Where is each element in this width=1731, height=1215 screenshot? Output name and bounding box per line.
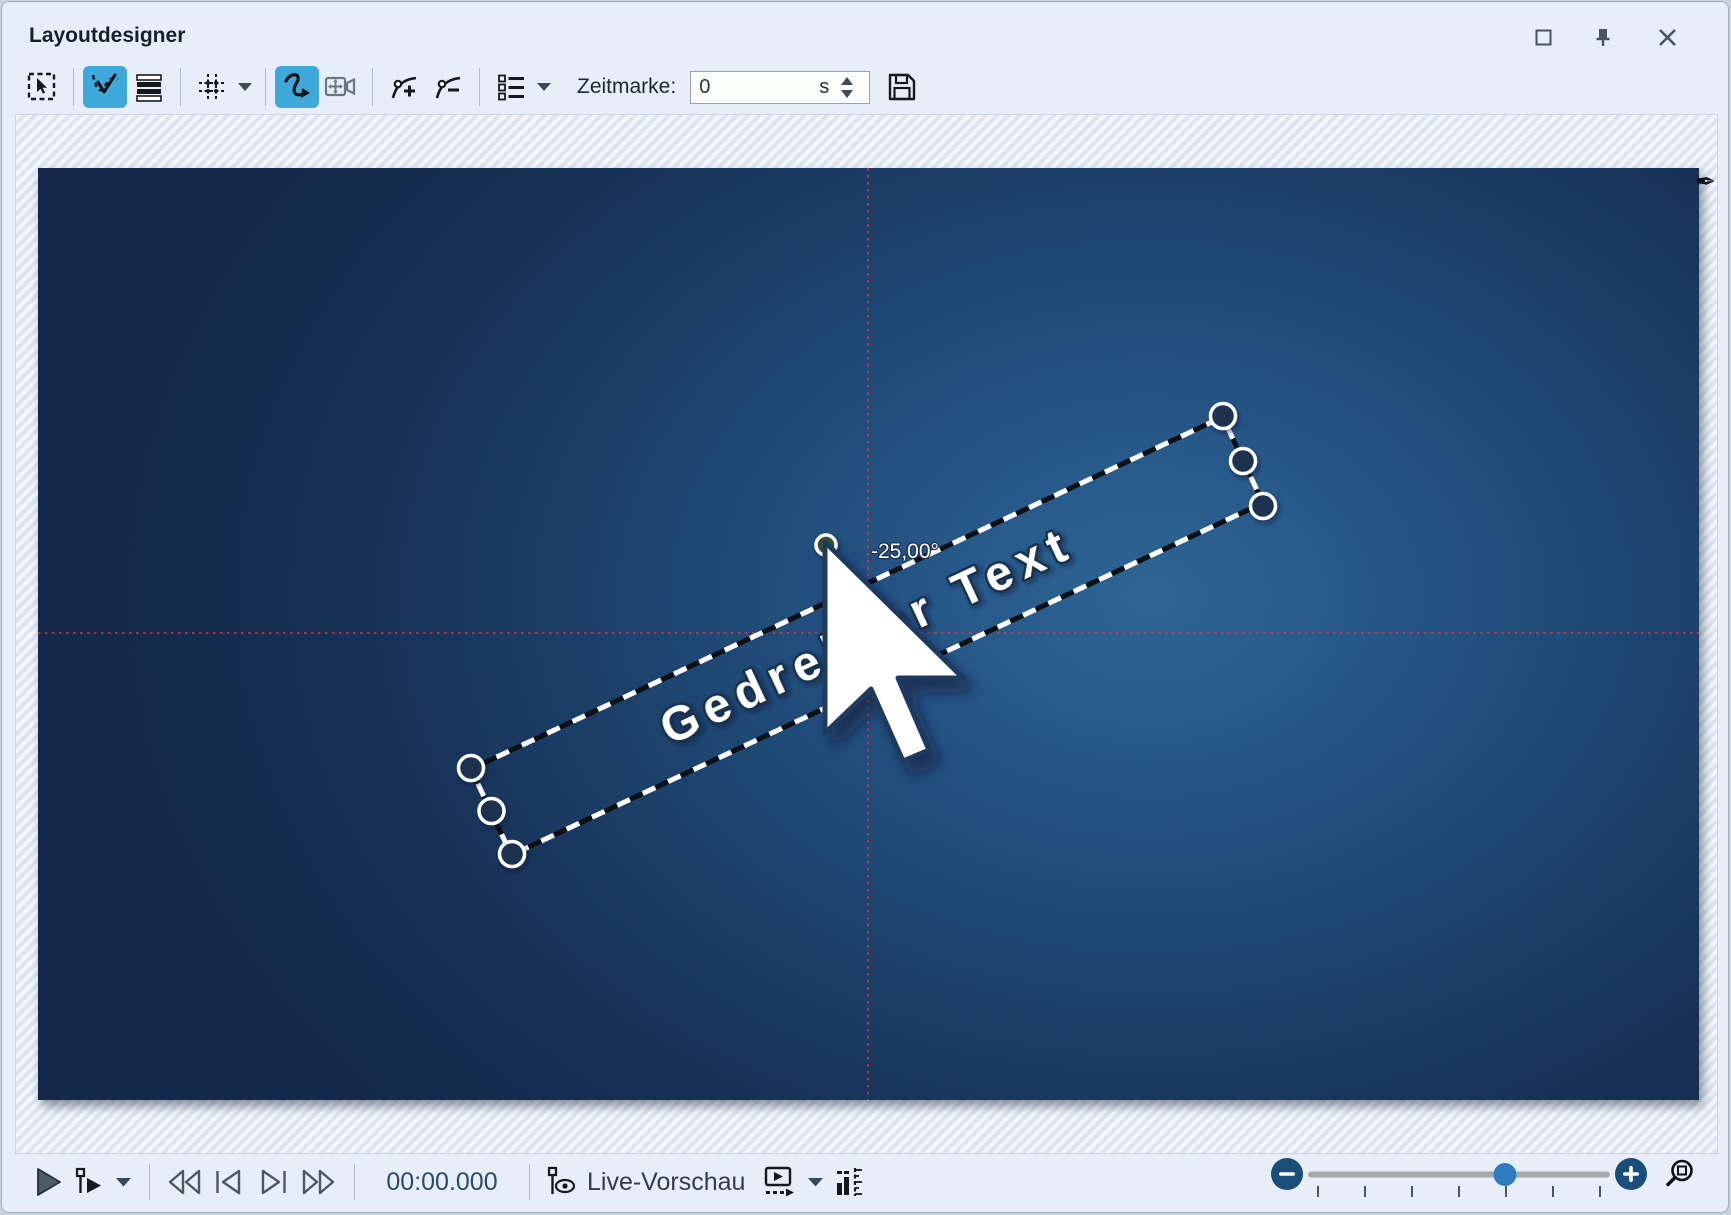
skip-end-icon: [258, 1169, 288, 1195]
preview-window-button[interactable]: [759, 1160, 801, 1204]
zoom-slider: [1262, 1156, 1722, 1208]
handle-left-middle[interactable]: [479, 799, 504, 824]
edit-pen-icon: ✒: [1695, 167, 1716, 197]
smooth-curve-tool-button[interactable]: [275, 66, 319, 108]
show-path-toggle[interactable]: [83, 66, 127, 108]
pin-button[interactable]: [1590, 24, 1616, 50]
separator: [73, 68, 74, 106]
rotation-angle-label: -25,00°: [871, 540, 939, 563]
preview-options-dropdown[interactable]: [801, 1160, 829, 1204]
toolbar: Zeitmarke: s: [2, 60, 1728, 114]
close-button[interactable]: [1654, 24, 1680, 50]
ruler-chart-icon: [834, 1165, 864, 1199]
live-preview-toggle[interactable]: [543, 1160, 579, 1204]
measure-button[interactable]: [829, 1160, 869, 1204]
grid-button[interactable]: [190, 66, 234, 108]
zoom-out-button[interactable]: [1271, 1158, 1303, 1190]
separator: [265, 68, 266, 106]
chevron-down-icon: [238, 83, 252, 92]
play-from-here-button[interactable]: [68, 1160, 110, 1204]
play-from-marker-icon: [73, 1167, 105, 1197]
handle-top-left[interactable]: [459, 756, 484, 781]
spinner-up-button[interactable]: [841, 77, 853, 85]
zoom-slider-track[interactable]: [1308, 1172, 1610, 1178]
handle-bottom-left[interactable]: [500, 842, 525, 867]
chevron-down-icon: [808, 1178, 823, 1187]
grid-icon: [196, 71, 228, 103]
window-title: Layoutdesigner: [29, 24, 185, 48]
camera-pan-button[interactable]: [319, 66, 363, 108]
minus-icon: [1279, 1172, 1295, 1176]
maximize-icon: [1536, 30, 1550, 44]
separator: [529, 1164, 530, 1200]
list-icon: [496, 72, 526, 102]
zeitmarke-field: s: [690, 71, 870, 104]
play-icon: [34, 1167, 62, 1197]
select-tool-icon: [26, 71, 58, 103]
chevron-down-icon: [537, 83, 551, 92]
separator: [354, 1164, 355, 1200]
separator: [180, 68, 181, 106]
bottom-toolbar: 00:00.000 Live-Vorschau: [2, 1154, 1728, 1210]
chevron-down-icon: [116, 1178, 131, 1187]
separator: [479, 68, 480, 106]
marker-eye-icon: [545, 1166, 577, 1198]
workspace: Gedrehter Text -25,00° ✒: [15, 114, 1718, 1154]
rewind-icon: [167, 1169, 203, 1195]
separator: [372, 68, 373, 106]
camera-pan-icon: [324, 71, 358, 103]
grid-options-dropdown[interactable]: [234, 66, 256, 108]
time-display: 00:00.000: [368, 1168, 516, 1197]
play-options-dropdown[interactable]: [110, 1160, 136, 1204]
live-preview-label: Live-Vorschau: [587, 1168, 745, 1197]
handle-bottom-right[interactable]: [1251, 494, 1276, 519]
separator: [149, 1164, 150, 1200]
fast-forward-icon: [300, 1169, 336, 1195]
canvas-overlay: Gedrehter Text -25,00°: [38, 168, 1699, 1100]
rewind-button[interactable]: [163, 1160, 207, 1204]
skip-to-start-button[interactable]: [207, 1160, 251, 1204]
maximize-button[interactable]: [1530, 24, 1556, 50]
remove-point-icon: [432, 71, 464, 103]
preview-window-icon: [763, 1166, 797, 1198]
add-point-icon: [388, 71, 420, 103]
skip-start-icon: [214, 1169, 244, 1195]
play-button[interactable]: [28, 1160, 68, 1204]
zeitmarke-unit: s: [799, 76, 829, 99]
save-icon: [886, 71, 918, 103]
zeitmarke-label: Zeitmarke:: [577, 75, 676, 99]
zoom-slider-thumb[interactable]: [1494, 1163, 1517, 1186]
layout-canvas[interactable]: Gedrehter Text -25,00°: [38, 168, 1699, 1100]
zoom-fit-button[interactable]: [1668, 1161, 1692, 1185]
titlebar: Layoutdesigner: [2, 2, 1728, 58]
close-icon: [1658, 28, 1677, 47]
zoom-slider-ticks: [1318, 1186, 1600, 1197]
layers-button[interactable]: [127, 66, 171, 108]
fast-forward-button[interactable]: [295, 1160, 341, 1204]
spinner-down-button[interactable]: [841, 90, 853, 98]
s-curve-icon: [280, 70, 314, 104]
object-list-button[interactable]: [489, 66, 533, 108]
pin-icon: [1592, 26, 1614, 48]
layoutdesigner-window: Layoutdesigner: [1, 1, 1729, 1213]
layers-icon: [134, 72, 164, 102]
object-list-dropdown[interactable]: [533, 66, 555, 108]
skip-to-end-button[interactable]: [251, 1160, 295, 1204]
zoom-in-button[interactable]: [1615, 1158, 1647, 1190]
save-timemark-button[interactable]: [886, 71, 918, 103]
handle-top-right[interactable]: [1211, 404, 1236, 429]
select-tool-button[interactable]: [20, 66, 64, 108]
zeitmarke-input[interactable]: [691, 76, 799, 99]
handle-right-middle[interactable]: [1231, 449, 1256, 474]
motion-path-icon: [88, 70, 122, 104]
add-curve-point-button[interactable]: [382, 66, 426, 108]
remove-curve-point-button[interactable]: [426, 66, 470, 108]
